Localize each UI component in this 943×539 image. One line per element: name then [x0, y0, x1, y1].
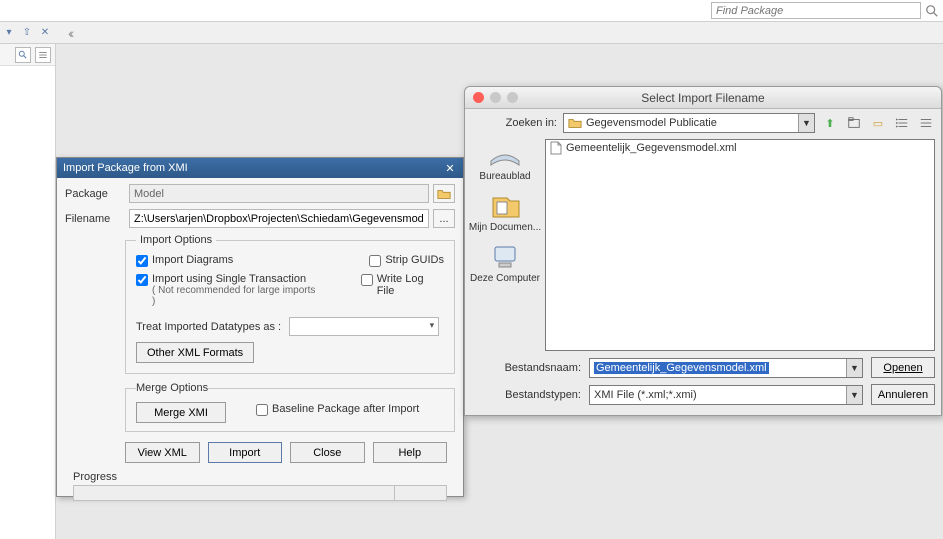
import-diagrams-checkbox[interactable]: Import Diagrams [136, 254, 233, 267]
file-list[interactable]: Gemeentelijk_Gegevensmodel.xml [545, 139, 935, 351]
strip-guids-checkbox[interactable]: Strip GUIDs [369, 254, 444, 267]
import-button[interactable]: Import [208, 442, 283, 463]
filetype-field-label: Bestandstypen: [471, 389, 581, 401]
progress-label: Progress [73, 471, 447, 483]
desktop-icon [487, 141, 523, 169]
file-item[interactable]: Gemeentelijk_Gegevensmodel.xml [546, 140, 934, 156]
search-icon[interactable] [925, 4, 939, 18]
secondary-toolbar: ▾ ⇧ ✕ ‹‹ [0, 22, 943, 44]
chevron-left-icon[interactable]: ‹‹ [68, 25, 71, 41]
filename-field[interactable]: Gemeentelijk_Gegevensmodel.xml ▼ [589, 358, 863, 378]
close-button[interactable]: Close [290, 442, 365, 463]
import-options-legend: Import Options [136, 234, 216, 246]
folder-tree-icon[interactable]: ▭ [869, 114, 887, 132]
dropdown-icon[interactable]: ▾ [2, 25, 16, 39]
place-desktop[interactable]: Bureaublad [479, 141, 530, 182]
open-button[interactable]: Openen [871, 357, 935, 378]
details-view-icon[interactable] [917, 114, 935, 132]
single-transaction-checkbox[interactable]: Import using Single Transaction ( Not re… [136, 273, 321, 307]
look-in-label: Zoeken in: [495, 117, 557, 129]
left-sidebar [0, 44, 56, 539]
import-package-dialog: Import Package from XMI ✕ Package Model … [56, 157, 464, 497]
look-in-combo[interactable]: Gegevensmodel Publicatie ▼ [563, 113, 815, 133]
merge-options-legend: Merge Options [136, 382, 208, 394]
chevron-down-icon[interactable]: ▼ [798, 114, 814, 132]
menu-tool-icon[interactable] [35, 47, 51, 63]
folder-icon [568, 116, 582, 130]
computer-icon [487, 243, 523, 271]
treat-datatypes-label: Treat Imported Datatypes as : [136, 321, 281, 333]
browse-file-button[interactable]: ... [433, 209, 455, 228]
close-window-icon[interactable] [473, 92, 484, 103]
chevron-down-icon[interactable]: ▼ [846, 359, 862, 377]
filename-field-label: Bestandsnaam: [471, 362, 581, 374]
browse-package-button[interactable] [433, 184, 455, 203]
baseline-checkbox[interactable]: Baseline Package after Import [256, 403, 419, 416]
package-label: Package [65, 188, 129, 200]
help-button[interactable]: Help [373, 442, 448, 463]
import-dialog-title: Import Package from XMI [63, 162, 188, 174]
treat-datatypes-combo[interactable] [289, 317, 439, 336]
close-icon[interactable]: ✕ [443, 161, 457, 175]
merge-options-group: Merge Options Merge XMI Baseline Package… [125, 382, 455, 432]
filename-input[interactable] [129, 209, 429, 228]
progress-bar [73, 485, 447, 501]
window-controls[interactable] [473, 92, 518, 103]
documents-icon [487, 192, 523, 220]
list-view-icon[interactable] [893, 114, 911, 132]
pin-icon[interactable]: ⇧ [20, 25, 34, 39]
sidebar-tools [0, 44, 55, 66]
find-package-input[interactable] [711, 2, 921, 19]
places-sidebar: Bureaublad Mijn Documen... Deze Computer [465, 137, 545, 353]
up-folder-icon[interactable]: ⬆ [821, 114, 839, 132]
other-xml-formats-button[interactable]: Other XML Formats [136, 342, 254, 363]
new-folder-icon[interactable] [845, 114, 863, 132]
file-open-dialog: Select Import Filename Zoeken in: Gegeve… [464, 86, 942, 416]
cancel-button[interactable]: Annuleren [871, 384, 935, 405]
package-value: Model [129, 184, 429, 203]
top-toolbar [0, 0, 943, 22]
filename-label: Filename [65, 213, 129, 225]
file-icon [550, 141, 562, 155]
merge-xmi-button[interactable]: Merge XMI [136, 402, 226, 423]
chevron-down-icon[interactable]: ▼ [846, 386, 862, 404]
place-computer[interactable]: Deze Computer [470, 243, 540, 284]
view-xml-button[interactable]: View XML [125, 442, 200, 463]
place-documents[interactable]: Mijn Documen... [469, 192, 541, 233]
search-tool-icon[interactable] [15, 47, 31, 63]
import-options-group: Import Options Import Diagrams Strip GUI… [125, 234, 455, 374]
file-dialog-titlebar[interactable]: Select Import Filename [465, 87, 941, 109]
minimize-window-icon[interactable] [490, 92, 501, 103]
write-log-checkbox[interactable]: Write Log File [361, 273, 444, 307]
close-panel-icon[interactable]: ✕ [38, 25, 52, 39]
filetype-field[interactable]: XMI File (*.xml;*.xmi) ▼ [589, 385, 863, 405]
zoom-window-icon[interactable] [507, 92, 518, 103]
file-dialog-title: Select Import Filename [465, 91, 941, 105]
import-dialog-titlebar[interactable]: Import Package from XMI ✕ [57, 158, 463, 178]
